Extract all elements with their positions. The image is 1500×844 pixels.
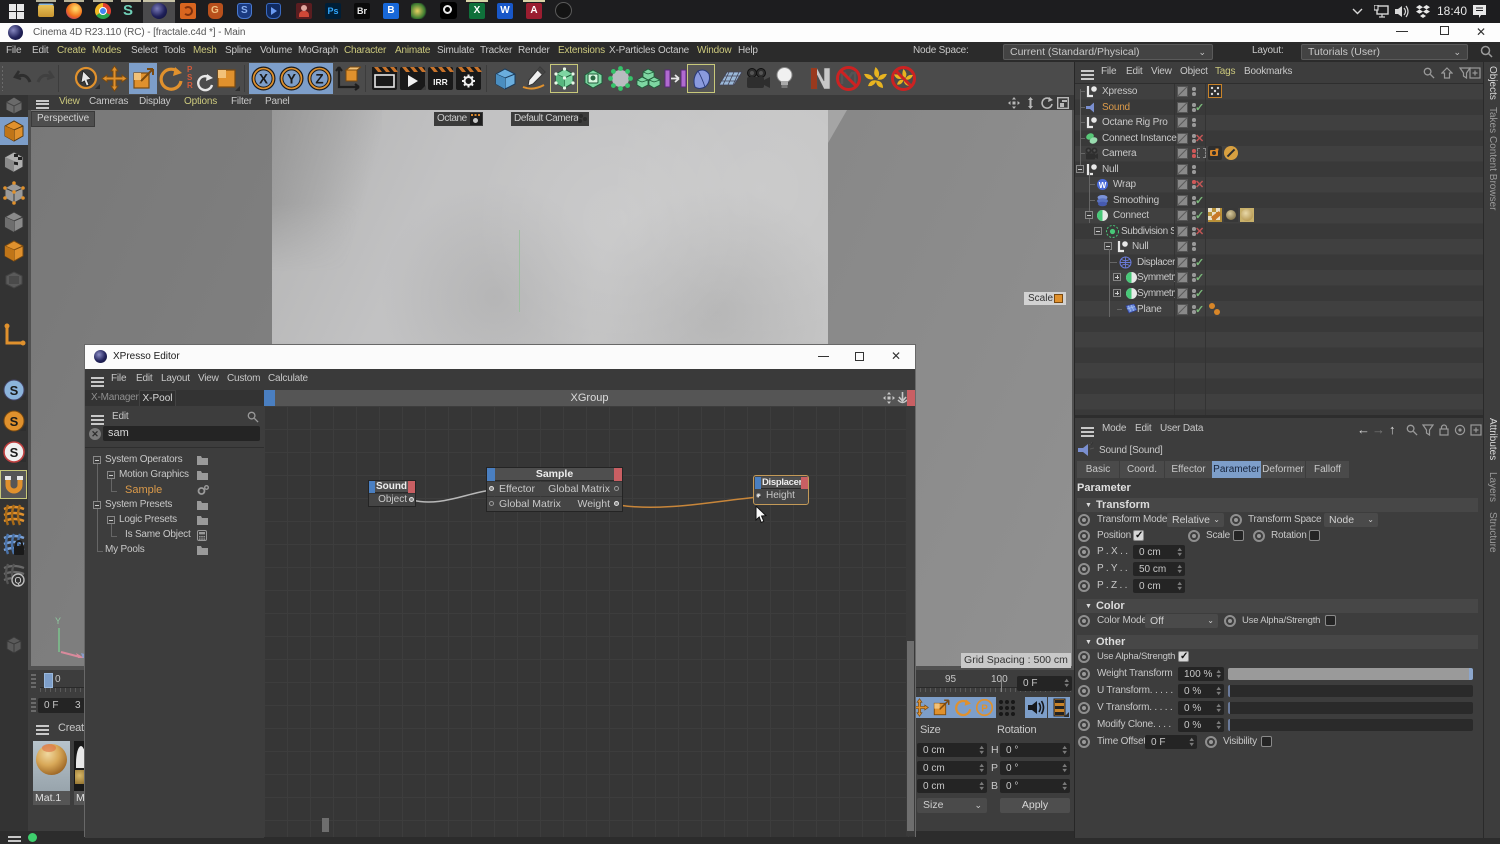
svg-text:Z: Z [315,72,323,87]
svg-text:P: P [981,703,988,714]
svg-text:S: S [10,383,19,398]
svg-text:S: S [10,414,19,429]
svg-text:Q: Q [14,576,21,586]
svg-text:Y: Y [287,72,296,87]
svg-text:S: S [10,445,19,460]
svg-text:Y: Y [55,616,61,626]
svg-text:IRR: IRR [433,77,448,87]
svg-text:W: W [1099,181,1107,190]
svg-text:X: X [259,72,268,87]
